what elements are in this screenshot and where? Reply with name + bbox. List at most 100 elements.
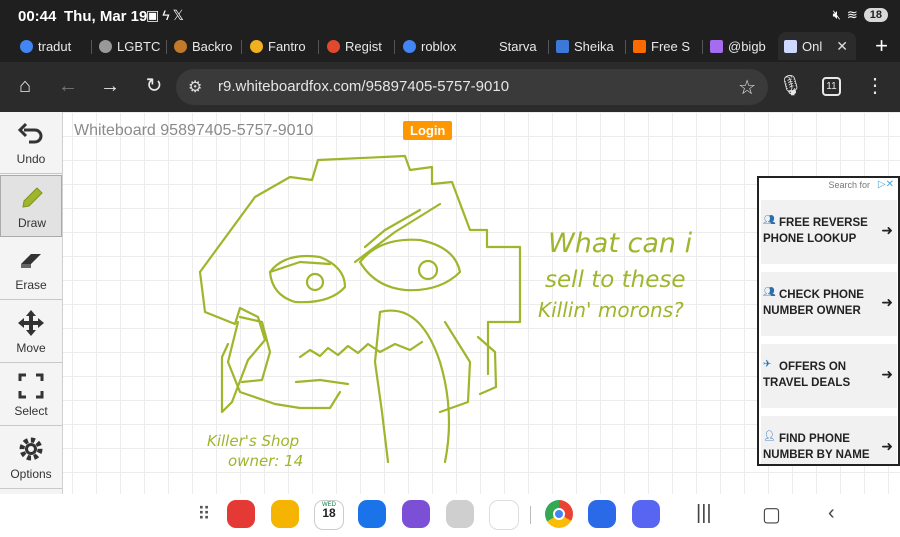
chrome-app-icon[interactable] <box>545 500 573 528</box>
tab-label: Starva <box>499 38 537 54</box>
ad-item-label: CHECK PHONE NUMBER OWNER <box>763 289 864 317</box>
tab-5[interactable]: roblox <box>397 32 471 60</box>
tab-label: roblox <box>421 38 457 54</box>
address-bar[interactable]: ⚙︎ r9.whiteboardfox.com/95897405-5757-90… <box>176 69 768 105</box>
tab-6[interactable]: Starva <box>493 32 547 60</box>
tab-separator <box>548 40 549 54</box>
home-icon[interactable]: ⌂ <box>13 74 37 98</box>
reload-icon[interactable]: ↻ <box>142 74 166 98</box>
pen-up-app-icon[interactable] <box>402 500 430 528</box>
bookmark-star-icon[interactable]: ☆ <box>738 75 756 100</box>
sketch-jaw-left <box>198 270 267 404</box>
ad-item-2[interactable]: ✈︎ OFFERS ON TRAVEL DEALS ➜ <box>761 344 897 408</box>
tab-7[interactable]: Sheika <box>550 32 624 60</box>
sketch-fang-right <box>438 320 472 414</box>
close-tab-icon[interactable]: ✕ <box>836 38 848 55</box>
ad-choices-icon[interactable]: ▷✕ <box>878 179 894 190</box>
back-nav-icon[interactable]: ‹ <box>828 502 835 525</box>
tab-favicon <box>784 39 797 53</box>
tab-switcher-button[interactable]: 11 <box>822 77 841 96</box>
messages-app-icon[interactable] <box>358 500 386 528</box>
ad-item-label: FIND PHONE NUMBER BY NAME <box>763 433 870 461</box>
wifi-icon: ≋ <box>846 7 858 22</box>
forward-icon[interactable]: → <box>98 74 122 98</box>
arrow-right-icon: ➜ <box>881 222 893 238</box>
status-time: 00:44 <box>18 8 57 25</box>
calendar-app-icon[interactable]: WED 18 <box>314 500 344 530</box>
camera-app-icon[interactable] <box>446 500 474 528</box>
draw-button[interactable]: Draw <box>0 175 62 237</box>
microphone-icon[interactable]: 🎙︎ <box>778 74 803 98</box>
tab-4[interactable]: Regist <box>321 32 393 60</box>
home-nav-icon[interactable]: ▢ <box>762 502 781 527</box>
tab-8[interactable]: Free S <box>627 32 701 60</box>
drawing-text-line1: What can i <box>548 228 693 259</box>
dock-divider <box>530 506 531 524</box>
browser-toolbar: ⌂ ← → ↻ ⚙︎ r9.whiteboardfox.com/95897405… <box>0 62 900 112</box>
sketch-tooth-line <box>373 310 390 464</box>
tab-label: Onl <box>802 38 823 54</box>
gear-icon <box>19 437 43 461</box>
roblox-app-icon[interactable] <box>588 500 616 528</box>
android-nav-bar: ⠿ WED 18 ||| ▢ ‹ <box>0 494 900 537</box>
calendar-day: 18 <box>322 506 336 520</box>
back-icon[interactable]: ← <box>56 74 80 98</box>
more-menu-icon[interactable]: ⋮ <box>863 74 887 98</box>
tab-label: @bigb <box>728 38 766 54</box>
notes-app-icon[interactable] <box>227 500 255 528</box>
tab-favicon <box>99 39 112 53</box>
sketch-head-outline <box>198 154 522 376</box>
ad-item-0[interactable]: 👥︎ FREE REVERSE PHONE LOOKUP ➜ <box>761 200 897 264</box>
tab-favicon <box>327 39 340 53</box>
options-button[interactable]: Options <box>0 427 62 489</box>
undo-button[interactable]: Undo <box>0 112 62 174</box>
tab-9[interactable]: @bigb <box>704 32 774 60</box>
eraser-icon <box>21 254 41 268</box>
ad-item-1[interactable]: 👥︎ CHECK PHONE NUMBER OWNER ➜ <box>761 272 897 336</box>
tab-favicon <box>250 39 263 53</box>
arrow-right-icon: ➜ <box>881 366 893 382</box>
select-button[interactable]: Select <box>0 364 62 426</box>
url-text[interactable]: r9.whiteboardfox.com/95897405-5757-9010 <box>218 78 509 95</box>
battery-indicator: 18 <box>863 8 888 22</box>
select-icon <box>18 373 44 399</box>
move-icon <box>18 310 44 336</box>
erase-button[interactable]: Erase <box>0 238 62 300</box>
app-drawer-icon[interactable]: ⠿ <box>190 500 218 528</box>
store-app-icon[interactable] <box>489 500 519 530</box>
ad-item-label: OFFERS ON TRAVEL DEALS <box>763 361 851 389</box>
drawing-text-line2: sell to these <box>545 267 686 293</box>
login-button[interactable]: Login <box>403 121 453 140</box>
tab-1[interactable]: LGBTC <box>93 32 165 60</box>
drawing-signature-2: owner: 14 <box>228 452 303 470</box>
tab-label: Regist <box>345 38 382 54</box>
pencil-icon <box>22 187 43 208</box>
tab-separator <box>91 40 92 54</box>
mute-icon: 🔇︎ <box>832 7 841 22</box>
site-settings-icon[interactable]: ⚙︎ <box>188 77 202 97</box>
arrow-right-icon: ➜ <box>881 294 893 310</box>
tab-10-active[interactable]: Onl ✕ <box>778 32 856 60</box>
tab-favicon <box>174 39 187 53</box>
tab-3[interactable]: Fantro <box>244 32 316 60</box>
status-bar: 00:44 Thu, Mar 19 ▣ϟ𝕏 🔇︎ ≋ 18 <box>0 0 900 32</box>
arrow-right-icon: ➜ <box>881 438 893 454</box>
tab-favicon <box>633 39 646 53</box>
tab-2[interactable]: Backro <box>168 32 240 60</box>
new-tab-button[interactable]: + <box>875 34 888 58</box>
sketch-pupil-left <box>305 272 325 292</box>
tab-favicon <box>403 39 416 53</box>
drawing-text-line3: Killin' morons? <box>538 298 684 322</box>
tool-label: Erase <box>15 278 47 292</box>
discord-app-icon[interactable] <box>632 500 660 528</box>
whiteboard-canvas[interactable]: What can i sell to these Killin' morons?… <box>0 112 900 494</box>
files-app-icon[interactable] <box>271 500 299 528</box>
recent-apps-icon[interactable]: ||| <box>696 502 712 525</box>
ad-item-3[interactable]: 👤︎ FIND PHONE NUMBER BY NAME ➜ <box>761 416 897 464</box>
drawing-signature-1: Killer's Shop <box>207 432 299 450</box>
sketch-lip <box>294 378 350 386</box>
move-button[interactable]: Move <box>0 301 62 363</box>
ad-item-label: FREE REVERSE PHONE LOOKUP <box>763 217 868 245</box>
tab-0[interactable]: tradut <box>14 32 90 60</box>
sketch-pupil-right <box>417 259 439 281</box>
